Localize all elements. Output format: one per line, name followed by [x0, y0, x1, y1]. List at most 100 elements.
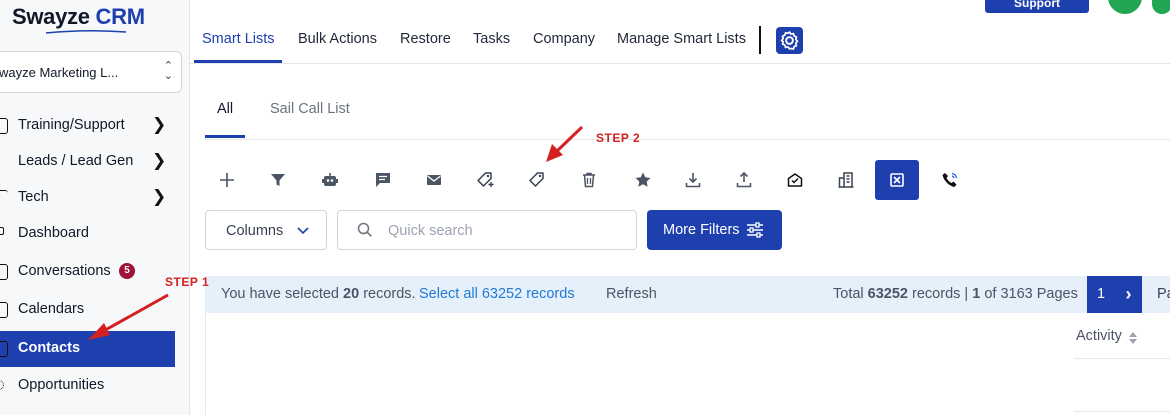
add-to-company-button[interactable] — [832, 166, 860, 194]
chevron-down-icon — [297, 227, 309, 235]
sidebar-item-label: Conversations — [18, 263, 111, 279]
call-button[interactable] — [936, 166, 964, 194]
sidebar-item-label: Opportunities — [18, 377, 105, 393]
updown-chevron-icon: ⌃ ⌄ — [163, 60, 173, 82]
send-sms-button[interactable] — [369, 166, 397, 194]
step2-annotation: STEP 2 — [596, 131, 641, 145]
calendar-icon — [0, 302, 8, 318]
select-all-link[interactable]: Select all 63252 records — [419, 286, 575, 302]
opportunities-icon — [0, 380, 4, 390]
robot-icon — [322, 173, 338, 186]
tech-icon — [0, 190, 8, 206]
quick-search[interactable] — [337, 210, 637, 250]
columns-label: Columns — [226, 223, 284, 239]
send-email-button[interactable] — [420, 166, 448, 194]
mail-open-icon — [787, 173, 803, 187]
automation-button[interactable] — [316, 166, 344, 194]
sidebar-item-label: Tech — [18, 189, 49, 205]
sidebar-item-conversations[interactable]: Conversations 5 — [0, 254, 175, 290]
chevron-right-icon: ❯ — [152, 115, 167, 134]
total-mid: records | — [912, 286, 969, 302]
import-button[interactable] — [730, 166, 758, 194]
email-icon — [427, 175, 441, 185]
building-icon — [838, 172, 854, 188]
brand-logo[interactable]: Swayze CRM — [12, 4, 145, 30]
more-filters-button[interactable]: More Filters — [647, 210, 782, 250]
settings-button[interactable] — [776, 27, 803, 54]
status-button[interactable] — [1152, 0, 1170, 14]
tag-remove-icon — [529, 172, 544, 187]
download-icon — [685, 173, 701, 188]
add-tag-button[interactable] — [471, 166, 499, 194]
unread-count-badge: 5 — [119, 263, 135, 279]
account-switcher[interactable]: wayze Marketing L... ⌃ ⌄ — [0, 51, 182, 93]
sliders-icon — [747, 222, 763, 238]
columns-dropdown[interactable]: Columns — [205, 210, 327, 250]
total-summary: Total 63252 records | 1 of 3163 Pages — [833, 286, 1078, 302]
selected-count: 20 — [343, 286, 360, 302]
email-verify-button[interactable] — [781, 166, 809, 194]
sidebar-item-opportunities[interactable]: Opportunities — [0, 368, 175, 404]
sort-icon[interactable] — [1128, 331, 1138, 345]
merge-icon — [890, 173, 904, 187]
tab-tasks[interactable]: Tasks — [473, 31, 510, 47]
sidebar: Swayze CRM wayze Marketing L... ⌃ ⌄ Train… — [0, 0, 190, 415]
selection-bar: You have selected 20 records. Select all… — [205, 276, 1170, 313]
search-input[interactable] — [388, 221, 618, 241]
tab-bulk-actions[interactable]: Bulk Actions — [298, 31, 377, 47]
tab-restore[interactable]: Restore — [400, 31, 451, 47]
pipeline-filter-button[interactable] — [264, 166, 292, 194]
sidebar-item-contacts[interactable]: Contacts — [0, 331, 175, 367]
star-icon — [635, 172, 651, 187]
total-prefix: Total — [833, 286, 864, 302]
sidebar-item-dashboard[interactable]: Dashboard — [0, 216, 175, 252]
support-label: Support — [1014, 0, 1060, 10]
sidebar-item-label: Dashboard — [18, 225, 89, 241]
sidebar-item-label: Leads / Lead Gen — [18, 153, 134, 169]
next-page-button[interactable]: › — [1115, 276, 1142, 313]
tag-add-icon — [477, 172, 494, 187]
sidebar-item-calendars[interactable]: Calendars — [0, 292, 175, 328]
tab-divider — [759, 26, 761, 54]
tab-smart-lists[interactable]: Smart Lists — [202, 31, 275, 47]
brand-name-part1: Swayze — [12, 4, 90, 29]
refresh-link[interactable]: Refresh — [606, 286, 657, 302]
sidebar-item-training-support[interactable]: Training/Support ❯ — [0, 108, 175, 144]
support-button[interactable]: Support — [985, 0, 1089, 13]
review-request-button[interactable] — [629, 166, 657, 194]
tab-company[interactable]: Company — [533, 31, 595, 47]
delete-button[interactable] — [575, 166, 603, 194]
brand-name-part2: CRM — [89, 4, 146, 29]
subtab-all[interactable]: All — [217, 101, 233, 117]
active-subtab-indicator — [205, 135, 245, 138]
search-icon — [357, 222, 372, 237]
add-contact-button[interactable] — [213, 166, 241, 194]
current-page: 1 — [972, 286, 981, 302]
page-number: 1 — [1096, 286, 1106, 302]
step2-arrow-icon — [546, 125, 584, 162]
column-header-activity[interactable]: Activity — [1076, 328, 1122, 344]
more-filters-label: More Filters — [663, 222, 740, 238]
total-count: 63252 — [867, 286, 908, 302]
message-icon — [376, 173, 390, 187]
conversations-icon — [0, 264, 8, 280]
page-1-button[interactable]: 1 — [1087, 276, 1115, 313]
row-divider — [1074, 411, 1170, 412]
remove-tag-button[interactable] — [523, 166, 551, 194]
active-tab-indicator — [194, 60, 282, 63]
sidebar-item-label: Calendars — [18, 301, 85, 317]
subtab-sail-call-list[interactable]: Sail Call List — [270, 101, 350, 117]
page-count: of 3163 Pages — [984, 286, 1078, 302]
phone-button[interactable] — [1108, 0, 1142, 14]
export-button[interactable] — [679, 166, 707, 194]
merge-contacts-button[interactable] — [875, 160, 919, 200]
upload-icon — [736, 171, 752, 188]
tab-manage-smart-lists[interactable]: Manage Smart Lists — [617, 31, 746, 47]
sidebar-item-tech[interactable]: Tech ❯ — [0, 180, 175, 216]
dashboard-icon — [0, 227, 4, 235]
filter-icon — [271, 174, 285, 186]
account-name: wayze Marketing L... — [0, 65, 119, 80]
subtabs-divider — [205, 139, 1170, 140]
sidebar-item-leads[interactable]: Leads / Lead Gen ❯ — [0, 144, 175, 180]
phone-call-icon — [942, 172, 958, 187]
